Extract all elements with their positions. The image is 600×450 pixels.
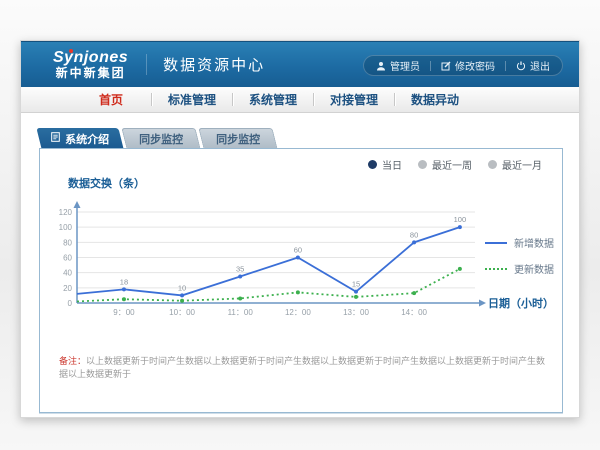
legend-item-2: 更新数据 [485,261,554,276]
user-menu-separator [505,61,506,71]
tab-2[interactable]: 同步监控 [121,128,200,149]
svg-text:100: 100 [454,215,467,224]
svg-text:60: 60 [63,254,72,263]
user-icon [376,61,386,71]
footer-note-label: 备注： [59,356,86,366]
range-option-2[interactable]: 最近一周 [418,157,472,172]
nav-item-4[interactable]: 对接管理 [314,91,394,108]
tab-label: 同步监控 [216,131,260,147]
tab-label: 同步监控 [139,131,183,147]
svg-text:10：00: 10：00 [169,308,195,317]
range-option-1[interactable]: 当日 [368,157,402,172]
logo-text-cn: 新中新集团 [56,67,126,80]
svg-text:18: 18 [120,277,128,286]
legend-line-sample [485,268,507,270]
nav-item-5[interactable]: 数据异动 [395,91,475,108]
svg-text:13：00: 13：00 [343,308,369,317]
radio-label: 最近一月 [502,157,542,172]
user-menu: 管理员 修改密码 退出 [363,55,563,76]
main-window: Synjones 新中新集团 数据资源中心 管理员修改密码退出 首页标准管理系统… [20,40,580,418]
footer-note: 备注：以上数据更新于时间产生数据以上数据更新于时间产生数据以上数据更新于时间产生… [59,355,547,380]
legend-label: 新增数据 [514,235,554,250]
svg-text:120: 120 [59,208,73,217]
chart-panel: 当日 最近一周 最近一月 数据交换（条） 0 20 40 60 80 100 120 9：00 10… [39,148,563,413]
user-menu-separator [430,61,431,71]
svg-text:20: 20 [63,284,72,293]
company-logo: Synjones 新中新集团 [53,50,128,79]
svg-text:60: 60 [294,246,302,255]
radio-label: 最近一周 [432,157,472,172]
svg-text:10: 10 [178,283,186,292]
nav-item-3[interactable]: 系统管理 [233,91,313,108]
page-title: 数据资源中心 [146,54,265,75]
radio-dot-icon [368,160,377,169]
document-icon [51,132,60,145]
user-menu-item-3[interactable]: 退出 [516,58,550,73]
user-menu-label: 退出 [530,58,550,73]
svg-text:14：00: 14：00 [401,308,427,317]
tab-3[interactable]: 同步监控 [198,128,277,149]
header: Synjones 新中新集团 数据资源中心 管理员 修改密码 退出 [21,41,579,87]
user-menu-label: 管理员 [390,58,420,73]
legend-label: 更新数据 [514,261,554,276]
line-chart: 0 20 40 60 80 100 120 9：00 10：00 11：00 12：00 13：00 1… [50,193,510,323]
radio-dot-icon [488,160,497,169]
nav-item-1[interactable]: 首页 [71,91,151,108]
svg-text:80: 80 [63,238,72,247]
chart-legend: 新增数据更新数据 [485,235,554,276]
svg-text:11：00: 11：00 [228,308,254,317]
nav-item-2[interactable]: 标准管理 [152,91,232,108]
logo-text-en: Synjones [53,50,128,67]
nav-menu: 首页标准管理系统管理对接管理数据异动 [21,87,579,113]
svg-text:9：00: 9：00 [113,308,135,317]
footer-note-text: 以上数据更新于时间产生数据以上数据更新于时间产生数据以上数据更新于时间产生数据以… [59,356,545,379]
user-menu-label: 修改密码 [455,58,495,73]
user-menu-item-2[interactable]: 修改密码 [441,58,495,73]
tab-bar: 系统介绍 同步监控 同步监控 [39,127,278,149]
svg-text:80: 80 [410,230,418,239]
tab-1[interactable]: 系统介绍 [36,128,123,149]
user-menu-item-1[interactable]: 管理员 [376,58,420,73]
svg-text:0: 0 [68,299,73,308]
radio-dot-icon [418,160,427,169]
svg-text:35: 35 [236,264,244,273]
tab-label: 系统介绍 [65,131,109,147]
chart-range-options: 当日 最近一周 最近一月 [368,157,542,172]
svg-text:15: 15 [352,280,360,289]
x-axis-label: 日期（小时） [488,295,554,311]
svg-text:40: 40 [63,269,72,278]
svg-text:12：00: 12：00 [285,308,311,317]
legend-item-1: 新增数据 [485,235,554,250]
range-option-3[interactable]: 最近一月 [488,157,542,172]
y-axis-label: 数据交换（条） [68,175,145,191]
legend-line-sample [485,242,507,244]
radio-label: 当日 [382,157,402,172]
svg-text:100: 100 [59,223,73,232]
edit-icon [441,61,451,71]
power-icon [516,61,526,71]
